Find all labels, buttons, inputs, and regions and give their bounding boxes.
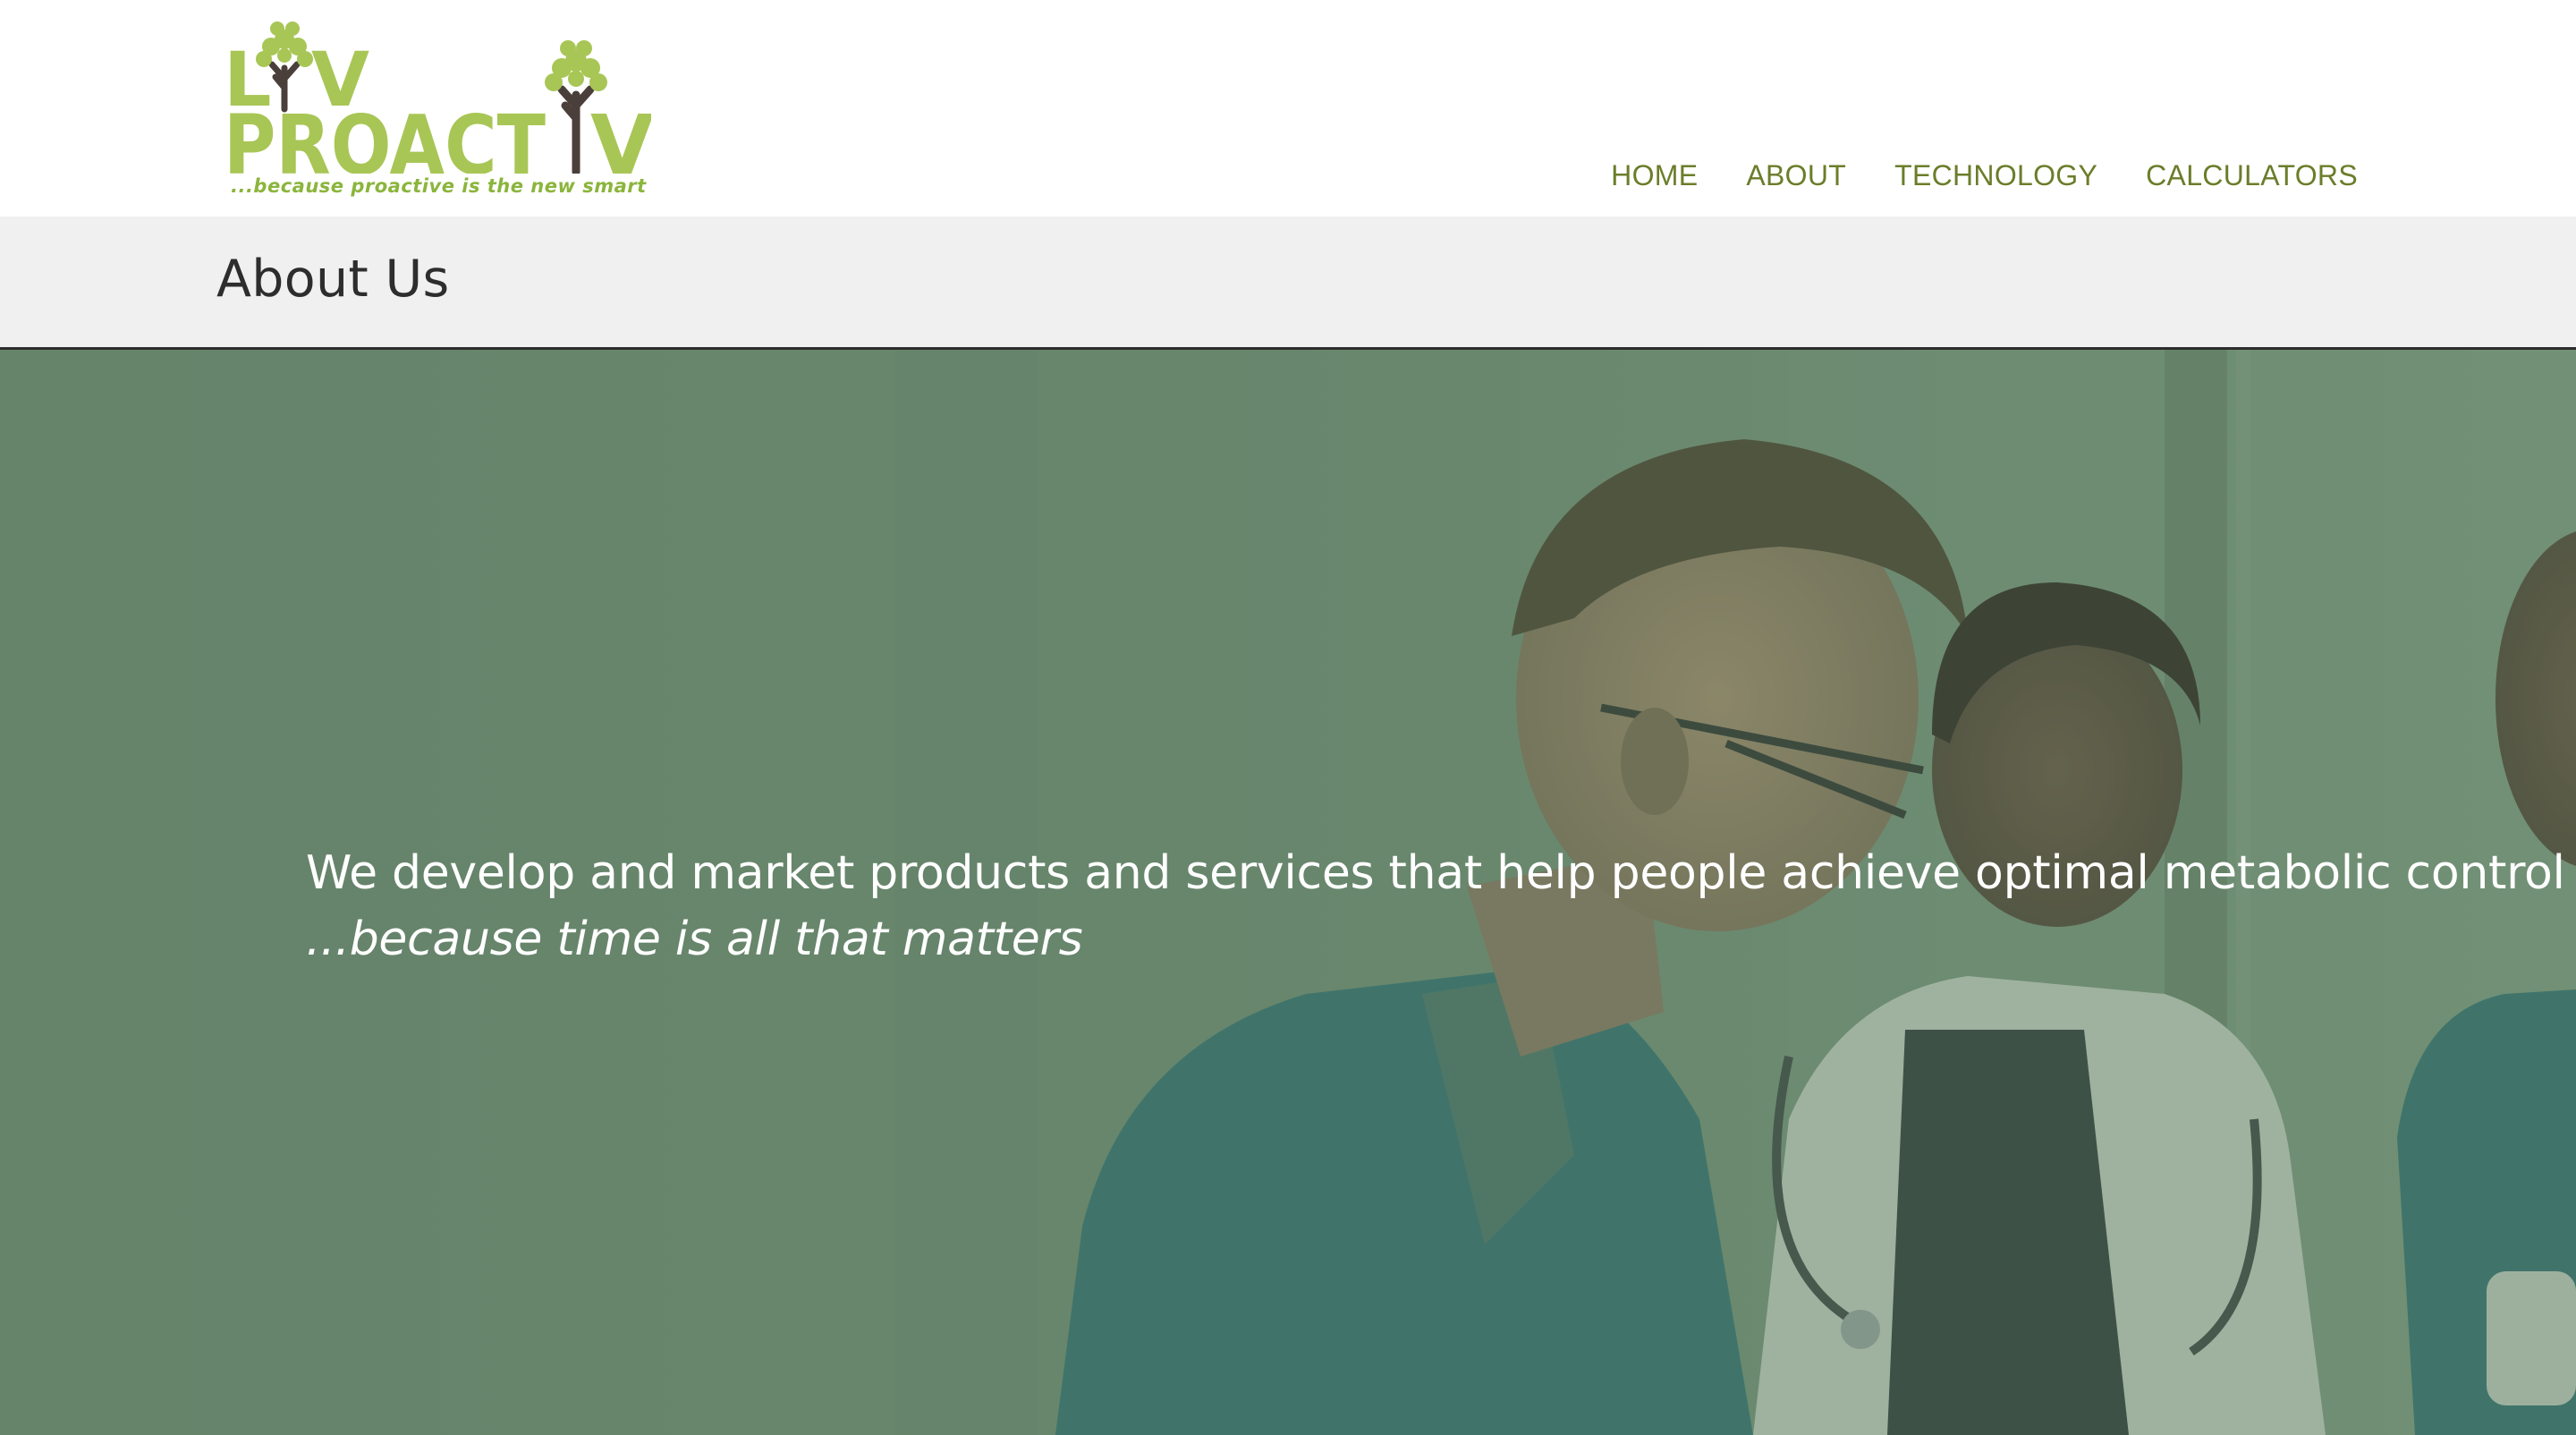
page-title-bar: About Us xyxy=(0,217,2576,350)
nav-item-home[interactable]: HOME xyxy=(1611,157,1698,193)
svg-text:PROACT: PROACT xyxy=(224,98,546,174)
svg-text:V: V xyxy=(590,98,651,174)
nav-item-technology[interactable]: TECHNOLOGY xyxy=(1894,157,2097,193)
page-title: About Us xyxy=(216,250,450,309)
hero-text: We develop and market products and servi… xyxy=(306,840,2565,972)
hero-headline: We develop and market products and servi… xyxy=(306,846,2565,900)
nav-item-calculators[interactable]: CALCULATORS xyxy=(2146,157,2358,193)
logo-tagline: ...because proactive is the new smart xyxy=(231,175,647,197)
main-nav: HOME ABOUT TECHNOLOGY CALCULATORS xyxy=(1611,157,2358,193)
logo-graphic: L V PROACT V xyxy=(224,21,651,174)
hero-tagline: ...because time is all that matters xyxy=(306,913,1083,966)
site-header: L V PROACT V ...because proactive is the… xyxy=(0,0,2576,217)
hero-banner: We develop and market products and servi… xyxy=(0,350,2576,1435)
nav-item-about[interactable]: ABOUT xyxy=(1746,157,1846,193)
brand-logo[interactable]: L V PROACT V ...because proactive is the… xyxy=(222,13,651,208)
